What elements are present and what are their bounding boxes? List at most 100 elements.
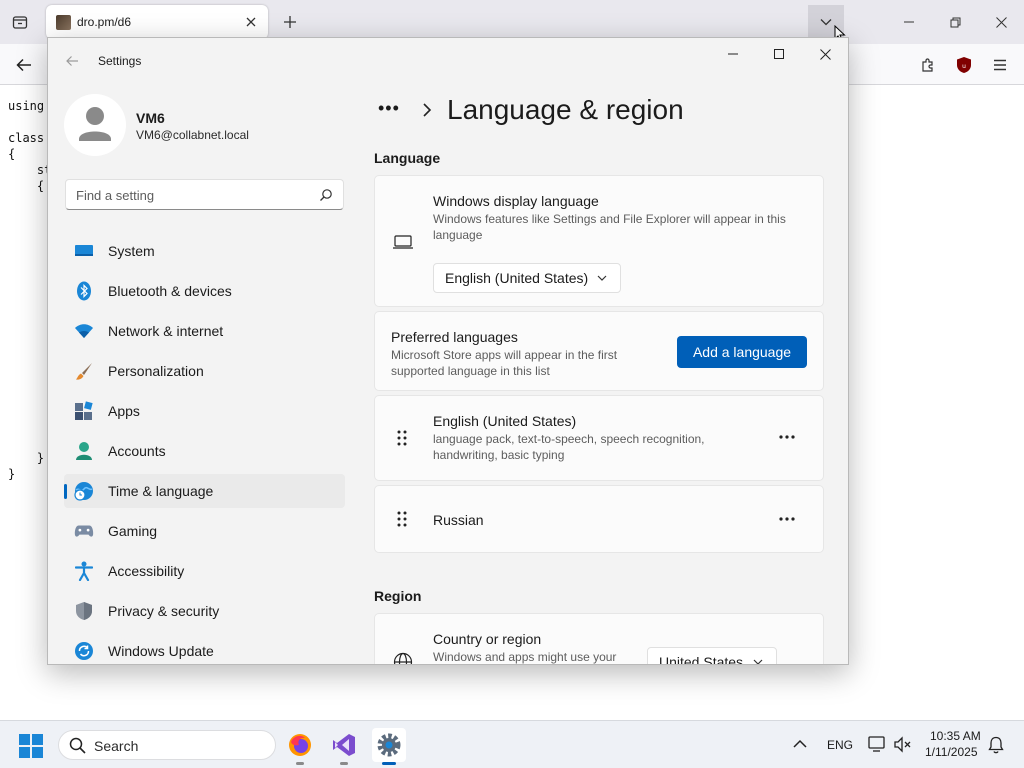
avatar[interactable] [64, 94, 126, 156]
settings-minimize-button[interactable] [710, 38, 756, 70]
region-section-heading: Region [374, 588, 422, 604]
speaker-muted-icon[interactable] [893, 736, 911, 753]
close-icon [819, 48, 831, 60]
display-language-dropdown[interactable]: English (United States) [433, 263, 621, 293]
laptop-icon [392, 234, 414, 250]
gamepad-icon [74, 521, 94, 541]
wifi-icon [74, 321, 94, 341]
drag-handle-icon[interactable] [395, 429, 409, 447]
input-language-indicator[interactable]: ENG [827, 738, 853, 752]
firefox-view-icon [12, 16, 28, 29]
windows-start-icon[interactable] [18, 733, 44, 759]
language-name: Russian [433, 512, 484, 528]
display-language-description: language [433, 228, 483, 242]
nav-item-privacy-security[interactable]: Privacy & security [64, 594, 345, 628]
gear-icon [377, 733, 401, 757]
visual-studio-icon [333, 734, 355, 756]
extensions-button[interactable] [914, 52, 942, 78]
close-icon [995, 16, 1007, 28]
bluetooth-icon [74, 281, 94, 301]
active-indicator [382, 762, 396, 765]
nav-item-windows-update[interactable]: Windows Update [64, 634, 345, 664]
taskbar-firefox[interactable] [283, 728, 317, 765]
settings-close-button[interactable] [802, 38, 848, 70]
browser-restore-button[interactable] [932, 0, 978, 44]
page-title: Language & region [447, 94, 684, 125]
nav-item-personalization[interactable]: Personalization [64, 354, 345, 388]
language-item-english: English (United States) language pack, t… [374, 395, 824, 481]
firefox-icon [289, 734, 311, 756]
nav-item-time-language[interactable]: Time & language [64, 474, 345, 508]
taskbar-search-box[interactable]: Search [58, 730, 276, 760]
taskbar-search-label: Search [94, 738, 139, 754]
language-section-heading: Language [374, 150, 441, 166]
network-monitor-icon[interactable] [868, 736, 886, 753]
puzzle-icon [922, 58, 933, 72]
settings-maximize-button[interactable] [756, 38, 802, 70]
plus-icon [284, 16, 296, 28]
accessibility-icon [74, 561, 94, 581]
clock-date[interactable]: 1/11/2025 [925, 745, 978, 759]
nav-item-bluetooth-devices[interactable]: Bluetooth & devices [64, 274, 345, 308]
clock-time[interactable]: 10:35 AM [930, 729, 981, 743]
nav-item-system[interactable]: System [64, 234, 345, 268]
firefox-view-button[interactable] [6, 8, 34, 36]
browser-tab[interactable]: dro.pm/d6 [46, 5, 268, 39]
app-menu-button[interactable] [986, 52, 1014, 78]
browser-minimize-button[interactable] [886, 0, 932, 44]
system-icon [74, 241, 94, 261]
language-options-button[interactable] [772, 424, 802, 450]
restore-icon [950, 17, 960, 27]
accounts-icon [74, 441, 94, 461]
settings-back-button[interactable] [62, 52, 82, 70]
arrow-left-icon [16, 58, 31, 72]
breadcrumb-more-button[interactable]: ••• [378, 98, 400, 119]
settings-window-title: Settings [98, 54, 142, 68]
chevron-up-icon[interactable] [793, 739, 807, 749]
nav-item-network-internet[interactable]: Network & internet [64, 314, 345, 348]
add-language-button[interactable]: Add a language [677, 336, 807, 368]
browser-back-button[interactable] [10, 52, 38, 78]
taskbar-settings[interactable] [372, 728, 406, 765]
language-name: English (United States) [433, 413, 577, 429]
display-language-value: English (United States) [445, 270, 589, 286]
more-horizontal-icon [779, 517, 795, 521]
site-favicon-icon [56, 15, 71, 30]
find-setting-input[interactable]: Find a setting [65, 179, 344, 210]
chevron-down-icon [753, 659, 763, 664]
new-tab-button[interactable] [276, 8, 304, 36]
preferred-languages-title: Preferred languages [391, 329, 518, 345]
display-language-title: Windows display language [433, 193, 599, 209]
ublock-extension-button[interactable]: u [950, 52, 978, 78]
drag-handle-icon[interactable] [395, 510, 409, 528]
list-all-tabs-button[interactable] [808, 5, 846, 43]
nav-item-accessibility[interactable]: Accessibility [64, 554, 345, 588]
taskbar: Search ENG 10:35 AM 1/11/2025 [0, 720, 1024, 768]
notification-bell-icon[interactable] [988, 736, 1004, 754]
minimize-icon [728, 53, 738, 55]
language-details: language pack, text-to-speech, speech re… [433, 432, 705, 446]
country-region-dropdown[interactable]: United States [647, 647, 777, 665]
chevron-right-icon [423, 103, 432, 117]
nav-item-gaming[interactable]: Gaming [64, 514, 345, 548]
nav-item-apps[interactable]: Apps [64, 394, 345, 428]
brush-icon [74, 361, 94, 381]
hamburger-menu-icon [994, 59, 1006, 71]
tab-close-button[interactable] [242, 13, 260, 31]
display-language-card: Windows display language Windows feature… [374, 175, 824, 307]
ublock-shield-icon: u [957, 57, 971, 73]
apps-icon [74, 401, 94, 421]
browser-close-button[interactable] [978, 0, 1024, 44]
more-horizontal-icon [779, 435, 795, 439]
running-indicator [296, 762, 304, 765]
language-options-button[interactable] [772, 506, 802, 532]
country-region-value: United States [659, 654, 744, 665]
country-region-description: Windows and apps might use your [433, 650, 617, 664]
settings-titlebar: Settings [48, 38, 848, 84]
nav-item-accounts[interactable]: Accounts [64, 434, 345, 468]
minimize-icon [904, 21, 914, 23]
tab-title: dro.pm/d6 [77, 15, 132, 29]
search-icon [69, 737, 86, 754]
update-icon [74, 641, 94, 661]
taskbar-visual-studio[interactable] [327, 728, 361, 765]
